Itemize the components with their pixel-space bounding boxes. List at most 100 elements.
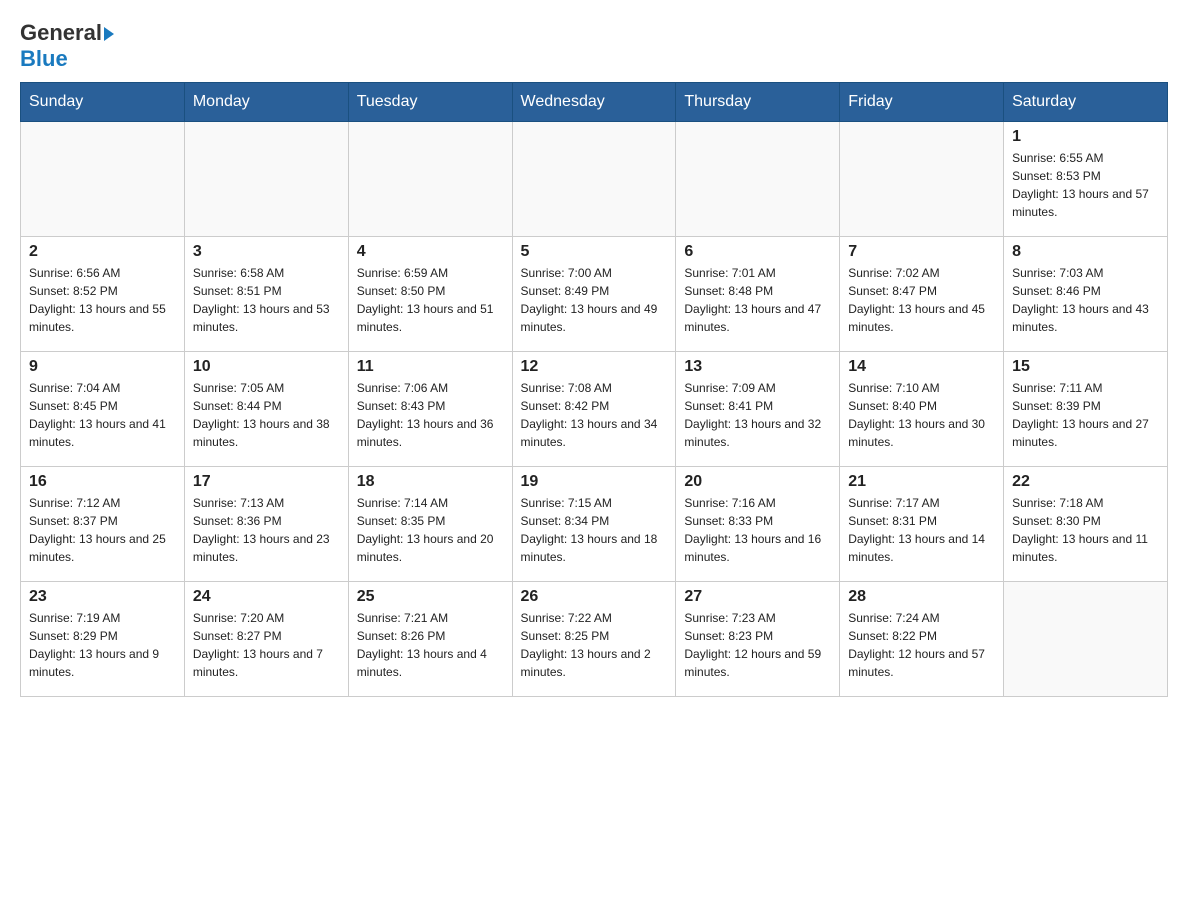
calendar-cell: 15 Sunrise: 7:11 AM Sunset: 8:39 PM Dayli… <box>1004 352 1168 467</box>
day-number: 11 <box>357 358 504 376</box>
day-number: 2 <box>29 243 176 261</box>
day-number: 12 <box>521 358 668 376</box>
calendar-cell: 2 Sunrise: 6:56 AM Sunset: 8:52 PM Daylig… <box>21 237 185 352</box>
day-number: 5 <box>521 243 668 261</box>
calendar-cell: 22Sunrise: 7:18 AM Sunset: 8:30 PM Dayli… <box>1004 467 1168 582</box>
logo-arrow-icon <box>104 27 114 41</box>
day-number: 23 <box>29 588 176 606</box>
day-info: Sunrise: 7:00 AM Sunset: 8:49 PM Dayligh… <box>521 264 668 336</box>
calendar-cell: 3 Sunrise: 6:58 AM Sunset: 8:51 PM Daylig… <box>184 237 348 352</box>
day-header-thursday: Thursday <box>676 83 840 122</box>
day-number: 4 <box>357 243 504 261</box>
calendar-cell <box>184 122 348 237</box>
calendar-cell: 4 Sunrise: 6:59 AM Sunset: 8:50 PM Daylig… <box>348 237 512 352</box>
day-number: 24 <box>193 588 340 606</box>
day-info: Sunrise: 7:17 AM Sunset: 8:31 PM Dayligh… <box>848 494 995 566</box>
day-info: Sunrise: 7:21 AM Sunset: 8:26 PM Dayligh… <box>357 609 504 681</box>
day-number: 21 <box>848 473 995 491</box>
day-number: 25 <box>357 588 504 606</box>
day-header-saturday: Saturday <box>1004 83 1168 122</box>
day-info: Sunrise: 7:20 AM Sunset: 8:27 PM Dayligh… <box>193 609 340 681</box>
day-number: 13 <box>684 358 831 376</box>
day-info: Sunrise: 7:16 AM Sunset: 8:33 PM Dayligh… <box>684 494 831 566</box>
day-info: Sunrise: 7:01 AM Sunset: 8:48 PM Dayligh… <box>684 264 831 336</box>
calendar-cell: 14 Sunrise: 7:10 AM Sunset: 8:40 PM Dayli… <box>840 352 1004 467</box>
calendar-cell <box>840 122 1004 237</box>
calendar-cell: 5 Sunrise: 7:00 AM Sunset: 8:49 PM Daylig… <box>512 237 676 352</box>
calendar-header-row: SundayMondayTuesdayWednesdayThursdayFrid… <box>21 83 1168 122</box>
calendar-cell: 28Sunrise: 7:24 AM Sunset: 8:22 PM Dayli… <box>840 582 1004 697</box>
day-info: Sunrise: 6:59 AM Sunset: 8:50 PM Dayligh… <box>357 264 504 336</box>
day-number: 17 <box>193 473 340 491</box>
day-number: 1 <box>1012 128 1159 146</box>
calendar-cell: 12 Sunrise: 7:08 AM Sunset: 8:42 PM Dayli… <box>512 352 676 467</box>
calendar-cell <box>348 122 512 237</box>
calendar-cell: 18 Sunrise: 7:14 AM Sunset: 8:35 PM Dayli… <box>348 467 512 582</box>
day-number: 14 <box>848 358 995 376</box>
day-info: Sunrise: 6:58 AM Sunset: 8:51 PM Dayligh… <box>193 264 340 336</box>
calendar-cell: 11 Sunrise: 7:06 AM Sunset: 8:43 PM Dayli… <box>348 352 512 467</box>
page-header: General Blue <box>20 20 1168 72</box>
day-info: Sunrise: 7:10 AM Sunset: 8:40 PM Dayligh… <box>848 379 995 451</box>
calendar-cell: 10 Sunrise: 7:05 AM Sunset: 8:44 PM Dayli… <box>184 352 348 467</box>
calendar-cell: 23Sunrise: 7:19 AM Sunset: 8:29 PM Dayli… <box>21 582 185 697</box>
day-info: Sunrise: 7:13 AM Sunset: 8:36 PM Dayligh… <box>193 494 340 566</box>
day-header-wednesday: Wednesday <box>512 83 676 122</box>
day-number: 27 <box>684 588 831 606</box>
day-info: Sunrise: 6:55 AM Sunset: 8:53 PM Dayligh… <box>1012 149 1159 221</box>
day-number: 19 <box>521 473 668 491</box>
logo-blue-text: Blue <box>20 46 68 72</box>
week-row-2: 2 Sunrise: 6:56 AM Sunset: 8:52 PM Daylig… <box>21 237 1168 352</box>
calendar-cell <box>676 122 840 237</box>
day-info: Sunrise: 7:12 AM Sunset: 8:37 PM Dayligh… <box>29 494 176 566</box>
day-info: Sunrise: 7:14 AM Sunset: 8:35 PM Dayligh… <box>357 494 504 566</box>
day-info: Sunrise: 7:02 AM Sunset: 8:47 PM Dayligh… <box>848 264 995 336</box>
day-info: Sunrise: 7:24 AM Sunset: 8:22 PM Dayligh… <box>848 609 995 681</box>
calendar-cell: 27 Sunrise: 7:23 AM Sunset: 8:23 PM Dayli… <box>676 582 840 697</box>
day-info: Sunrise: 7:23 AM Sunset: 8:23 PM Dayligh… <box>684 609 831 681</box>
day-info: Sunrise: 7:22 AM Sunset: 8:25 PM Dayligh… <box>521 609 668 681</box>
calendar-cell: 21 Sunrise: 7:17 AM Sunset: 8:31 PM Dayli… <box>840 467 1004 582</box>
calendar-cell <box>512 122 676 237</box>
calendar-cell: 9Sunrise: 7:04 AM Sunset: 8:45 PM Daylig… <box>21 352 185 467</box>
day-info: Sunrise: 7:03 AM Sunset: 8:46 PM Dayligh… <box>1012 264 1159 336</box>
week-row-3: 9Sunrise: 7:04 AM Sunset: 8:45 PM Daylig… <box>21 352 1168 467</box>
day-number: 26 <box>521 588 668 606</box>
week-row-4: 16 Sunrise: 7:12 AM Sunset: 8:37 PM Dayli… <box>21 467 1168 582</box>
day-info: Sunrise: 7:18 AM Sunset: 8:30 PM Dayligh… <box>1012 494 1159 566</box>
calendar-cell: 20 Sunrise: 7:16 AM Sunset: 8:33 PM Dayli… <box>676 467 840 582</box>
day-info: Sunrise: 7:09 AM Sunset: 8:41 PM Dayligh… <box>684 379 831 451</box>
day-number: 8 <box>1012 243 1159 261</box>
day-number: 16 <box>29 473 176 491</box>
day-number: 10 <box>193 358 340 376</box>
day-info: Sunrise: 6:56 AM Sunset: 8:52 PM Dayligh… <box>29 264 176 336</box>
day-header-friday: Friday <box>840 83 1004 122</box>
day-header-sunday: Sunday <box>21 83 185 122</box>
day-number: 3 <box>193 243 340 261</box>
calendar-cell: 13 Sunrise: 7:09 AM Sunset: 8:41 PM Dayli… <box>676 352 840 467</box>
logo-text: General <box>20 20 114 46</box>
calendar-cell: 25 Sunrise: 7:21 AM Sunset: 8:26 PM Dayli… <box>348 582 512 697</box>
week-row-1: 1 Sunrise: 6:55 AM Sunset: 8:53 PM Daylig… <box>21 122 1168 237</box>
day-info: Sunrise: 7:06 AM Sunset: 8:43 PM Dayligh… <box>357 379 504 451</box>
day-number: 15 <box>1012 358 1159 376</box>
day-info: Sunrise: 7:11 AM Sunset: 8:39 PM Dayligh… <box>1012 379 1159 451</box>
day-number: 18 <box>357 473 504 491</box>
calendar-cell: 17 Sunrise: 7:13 AM Sunset: 8:36 PM Dayli… <box>184 467 348 582</box>
calendar-cell: 24 Sunrise: 7:20 AM Sunset: 8:27 PM Dayli… <box>184 582 348 697</box>
day-number: 9 <box>29 358 176 376</box>
logo: General Blue <box>20 20 114 72</box>
calendar-cell: 19 Sunrise: 7:15 AM Sunset: 8:34 PM Dayli… <box>512 467 676 582</box>
week-row-5: 23Sunrise: 7:19 AM Sunset: 8:29 PM Dayli… <box>21 582 1168 697</box>
day-number: 6 <box>684 243 831 261</box>
day-header-tuesday: Tuesday <box>348 83 512 122</box>
day-info: Sunrise: 7:05 AM Sunset: 8:44 PM Dayligh… <box>193 379 340 451</box>
calendar-cell <box>1004 582 1168 697</box>
day-info: Sunrise: 7:15 AM Sunset: 8:34 PM Dayligh… <box>521 494 668 566</box>
calendar-cell: 16 Sunrise: 7:12 AM Sunset: 8:37 PM Dayli… <box>21 467 185 582</box>
day-info: Sunrise: 7:08 AM Sunset: 8:42 PM Dayligh… <box>521 379 668 451</box>
day-header-monday: Monday <box>184 83 348 122</box>
day-number: 20 <box>684 473 831 491</box>
calendar-cell: 1 Sunrise: 6:55 AM Sunset: 8:53 PM Daylig… <box>1004 122 1168 237</box>
logo-general-text: General <box>20 20 102 46</box>
